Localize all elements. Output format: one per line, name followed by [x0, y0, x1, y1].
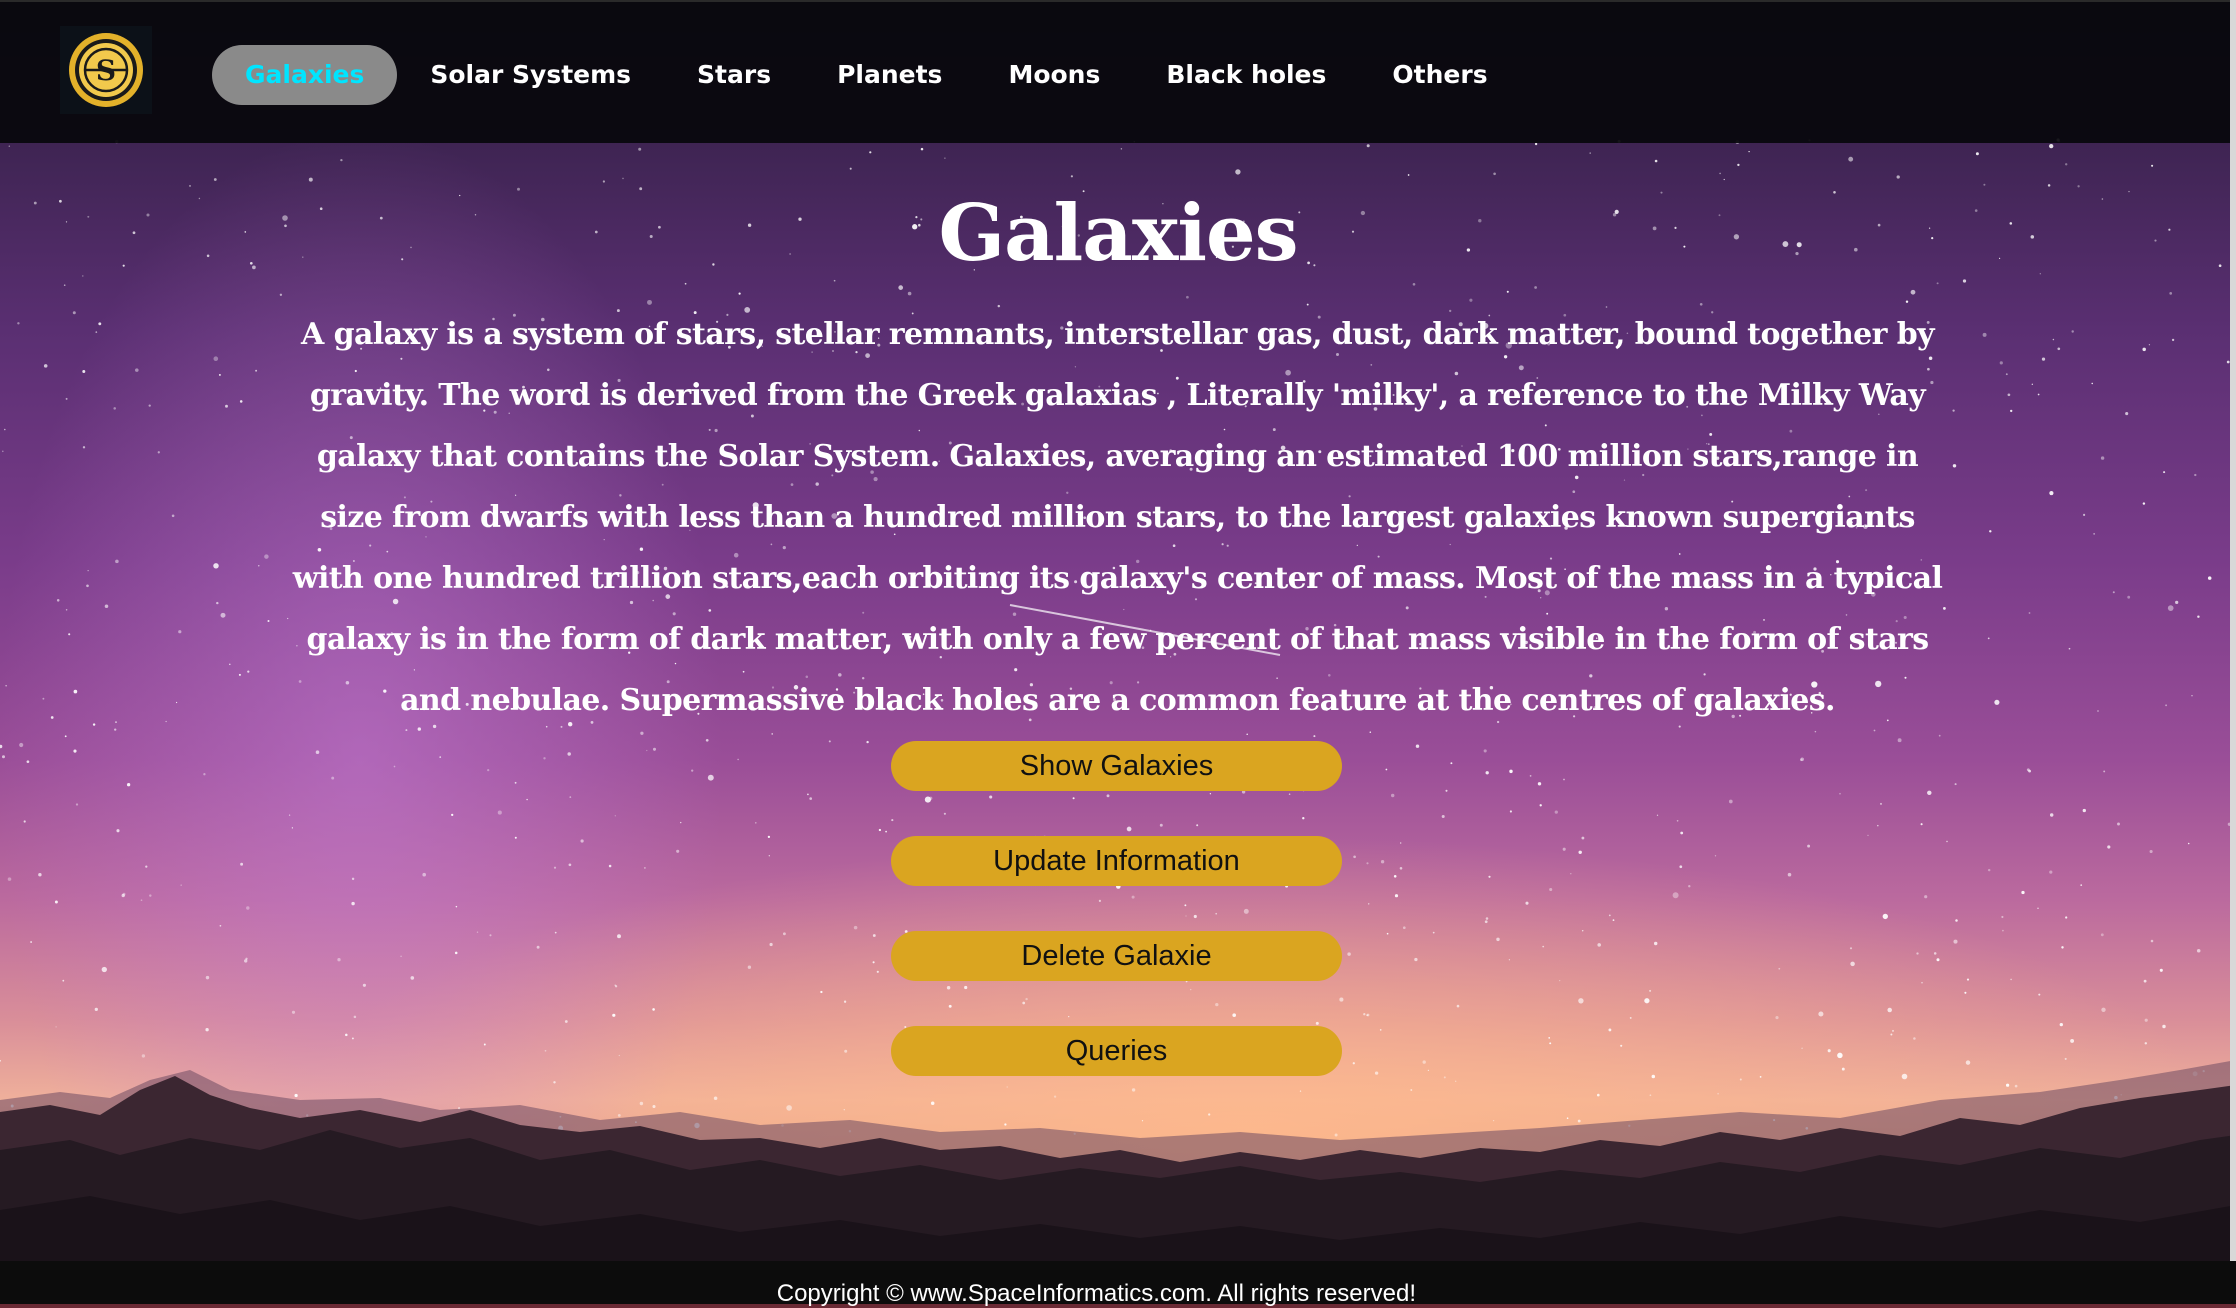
- logo[interactable]: S: [60, 26, 152, 114]
- delete-galaxie-button[interactable]: Delete Galaxie: [891, 931, 1342, 981]
- nav-item-moons[interactable]: Moons: [975, 45, 1133, 105]
- top-navigation-bar: S Galaxies Solar Systems Stars Planets Moons…: [0, 0, 2236, 143]
- queries-button[interactable]: Queries: [891, 1026, 1342, 1076]
- nav-item-galaxies[interactable]: Galaxies: [212, 45, 398, 105]
- nav-item-others[interactable]: Others: [1359, 45, 1520, 105]
- action-buttons: Show Galaxies Update Information Delete …: [891, 741, 1342, 1121]
- galaxy-description: A galaxy is a system of stars, stellar r…: [292, 317, 1943, 718]
- nav-item-planets[interactable]: Planets: [804, 45, 975, 105]
- update-information-button[interactable]: Update Information: [891, 836, 1342, 886]
- nav-item-solar-systems[interactable]: Solar Systems: [397, 45, 664, 105]
- page-title: Galaxies: [938, 188, 1299, 280]
- nav-item-stars[interactable]: Stars: [664, 45, 804, 105]
- page-scrollbar[interactable]: [2230, 0, 2236, 1261]
- space-informatics-logo-icon: S: [69, 33, 143, 107]
- copyright-text: Copyright © www.SpaceInformatics.com. Al…: [776, 1280, 1416, 1307]
- main-nav: Galaxies Solar Systems Stars Planets Moons Bl…: [212, 45, 1521, 105]
- nav-item-black-holes[interactable]: Black holes: [1133, 45, 1359, 105]
- page: S Galaxies Solar Systems Stars Planets Moons…: [0, 0, 2236, 1308]
- show-galaxies-button[interactable]: Show Galaxies: [891, 741, 1342, 791]
- footer: Copyright © www.SpaceInformatics.com. Al…: [0, 1261, 2236, 1308]
